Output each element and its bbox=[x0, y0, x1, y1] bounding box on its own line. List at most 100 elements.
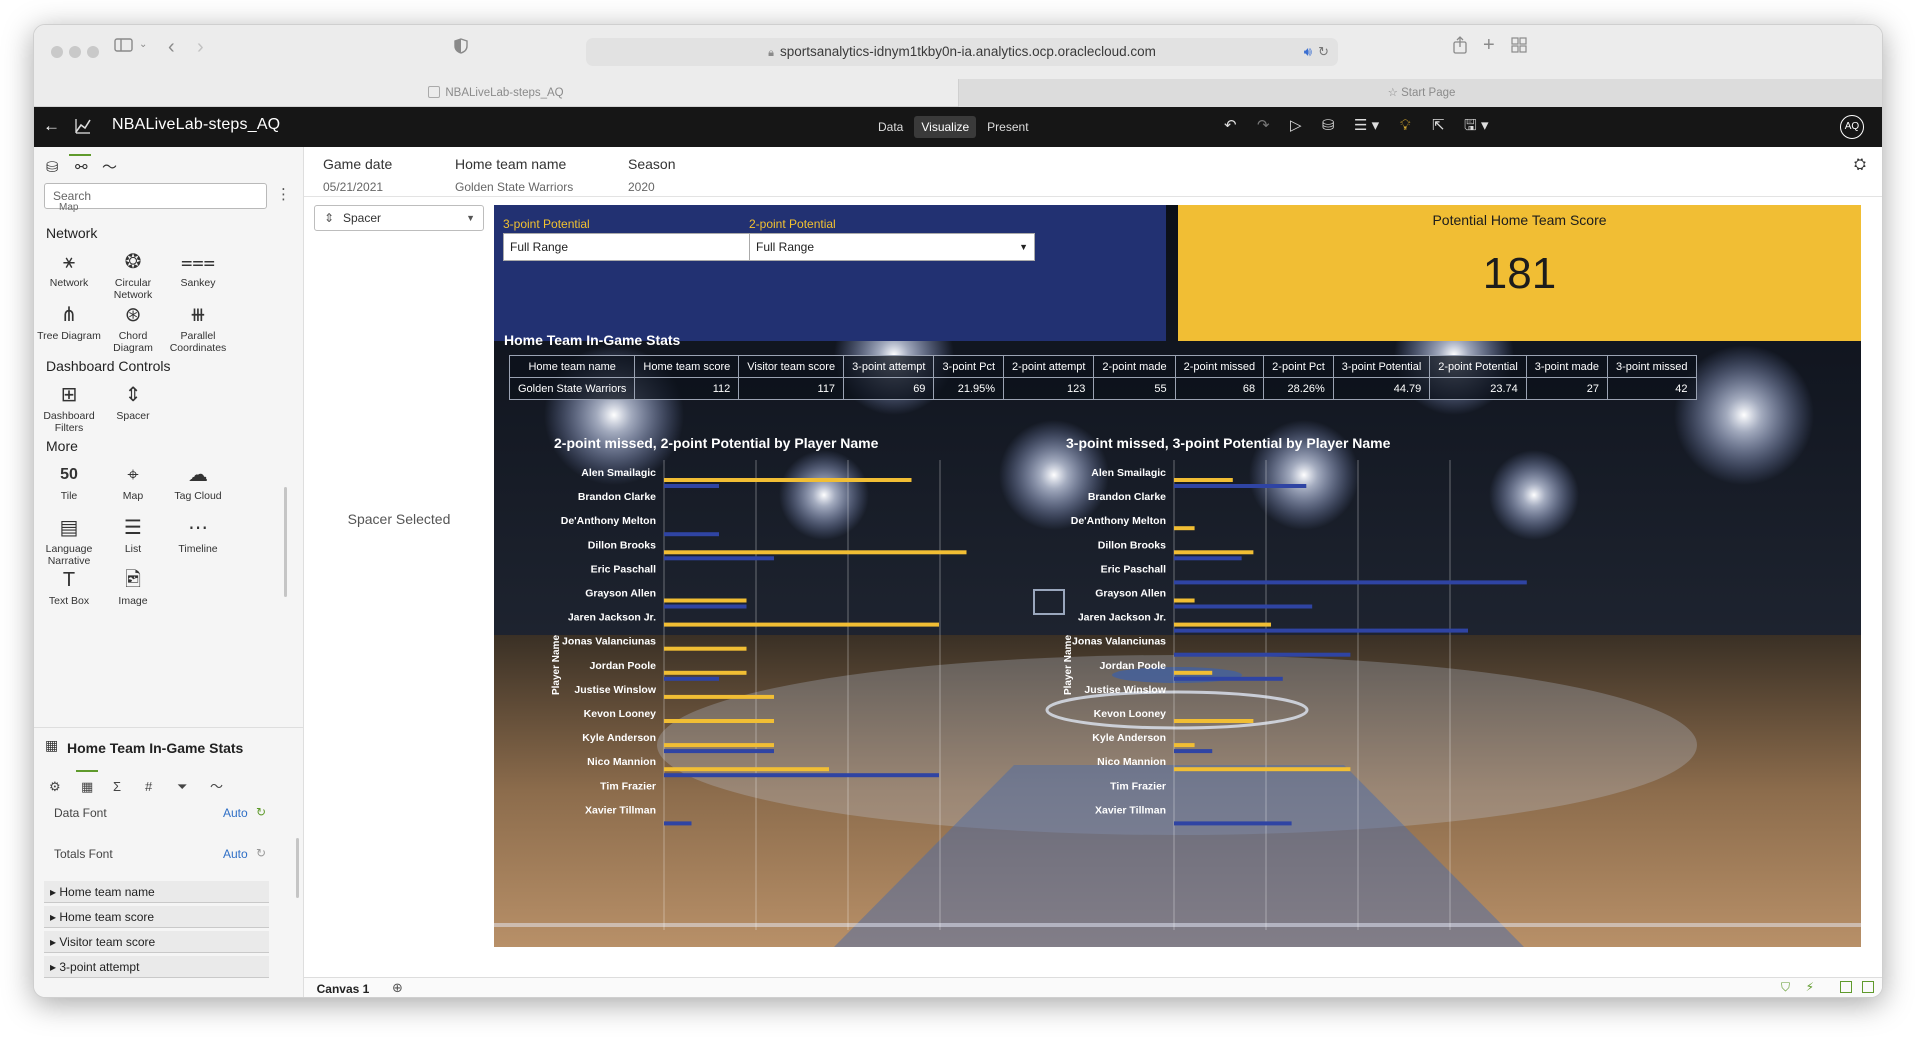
field-3-point-attempt[interactable]: ▸ 3-point attempt bbox=[44, 956, 269, 978]
field-home-team-name[interactable]: ▸ Home team name bbox=[44, 881, 269, 903]
mode-visualize[interactable]: Visualize bbox=[914, 116, 977, 138]
tab-canvas-1[interactable]: Canvas 1 bbox=[314, 978, 372, 997]
table-header-cell: 3-point made bbox=[1525, 355, 1608, 378]
viz-dashboard-filters[interactable]: ⊞ Dashboard Filters bbox=[34, 384, 104, 434]
sidebar-toggle-icon[interactable] bbox=[114, 37, 134, 57]
reload-icon[interactable]: ↻ bbox=[1318, 38, 1329, 66]
viz-image[interactable]: 🖻︎ Image bbox=[98, 569, 168, 607]
avatar[interactable]: AQ bbox=[1840, 115, 1864, 139]
viz-network[interactable]: ⚹ Network bbox=[34, 251, 104, 289]
play-icon[interactable]: ▷ bbox=[1290, 118, 1302, 133]
share-icon[interactable] bbox=[1452, 36, 1468, 58]
spacer-dropdown[interactable]: ⇕ Spacer ▼ bbox=[314, 205, 484, 231]
comment-menu-icon[interactable]: ☰ ▾ bbox=[1354, 118, 1379, 133]
totals-font-value[interactable]: Auto bbox=[223, 847, 248, 861]
data-icon[interactable]: ⛁ bbox=[46, 160, 59, 175]
refresh-data-icon[interactable]: ⛁ bbox=[1322, 118, 1335, 133]
speaker-icon[interactable]: 🔊︎ bbox=[1304, 38, 1312, 66]
viz-timeline[interactable]: ⋯ Timeline bbox=[163, 517, 233, 555]
workbook-title: NBALiveLab-steps_AQ bbox=[112, 116, 281, 133]
y-tick-label: Jonas Valanciunas bbox=[1072, 636, 1166, 648]
bar-missed bbox=[664, 478, 912, 482]
mode-data[interactable]: Data bbox=[871, 116, 910, 138]
tab-overview-icon[interactable] bbox=[1511, 37, 1527, 57]
viz-sankey[interactable]: ⩶ Sankey bbox=[163, 251, 233, 289]
field-home-team-score[interactable]: ▸ Home team score bbox=[44, 906, 269, 928]
mode-present[interactable]: Present bbox=[980, 116, 1035, 138]
visualizations-icon[interactable]: ⚯ bbox=[75, 160, 88, 175]
y-tick-label: Jaren Jackson Jr. bbox=[568, 612, 656, 624]
y-tick-label: Jordan Poole bbox=[589, 660, 656, 672]
viz-list[interactable]: ☰ List bbox=[98, 517, 168, 555]
viz-map[interactable]: ⌖ Map bbox=[98, 464, 168, 502]
sigma-icon[interactable]: Σ bbox=[113, 780, 121, 793]
filter-2pt-select[interactable]: Full Range ▼ bbox=[749, 233, 1035, 261]
analytics-icon[interactable]: 〜 bbox=[210, 780, 223, 793]
undo-icon[interactable]: ↶ bbox=[1224, 118, 1237, 133]
analytics-icon[interactable]: 〜 bbox=[102, 160, 117, 175]
redo-icon[interactable]: ↷ bbox=[1257, 118, 1270, 133]
filter-icon[interactable]: ⏷ bbox=[177, 780, 187, 793]
save-menu-icon[interactable]: 🖫︎ ▾ bbox=[1464, 118, 1488, 133]
viz-spacer[interactable]: ⇕ Spacer bbox=[98, 384, 168, 422]
more-vertical-icon[interactable]: ⋮ bbox=[276, 187, 291, 202]
viz-chord-diagram[interactable]: ⊛ Chord Diagram bbox=[98, 304, 168, 354]
more-vertical-icon[interactable]: ⋮ bbox=[1879, 157, 1882, 172]
filter-label: Game date bbox=[323, 156, 393, 172]
table-props-icon[interactable]: ▦ bbox=[81, 780, 93, 793]
back-arrow-icon[interactable]: ← bbox=[43, 117, 60, 134]
y-tick-label: Grayson Allen bbox=[1095, 588, 1166, 600]
mode-switcher: Data Visualize Present bbox=[871, 116, 1040, 138]
viz-label: Parallel Coordinates bbox=[169, 330, 227, 355]
viz-language-narrative[interactable]: ▤ Language Narrative bbox=[34, 517, 104, 567]
table-cell: 28.26% bbox=[1263, 377, 1334, 400]
browser-tab-nbalivelab[interactable]: NBALiveLab-steps_AQ bbox=[34, 79, 958, 107]
filter-settings-icon[interactable]: ⛭ bbox=[1854, 157, 1866, 172]
scrollbar[interactable] bbox=[296, 838, 299, 898]
filter-home-team-name[interactable]: Home team name Golden State Warriors bbox=[455, 156, 573, 194]
table-cell: 23.74 bbox=[1429, 377, 1527, 400]
add-canvas-icon[interactable]: ⊕ bbox=[392, 980, 403, 996]
dashboard-canvas: 3-point Potential Full Range ▼ 2-point Po… bbox=[494, 205, 1861, 947]
back-arrow-icon[interactable]: ‹ bbox=[168, 37, 175, 57]
workbook-icon bbox=[75, 118, 91, 137]
hash-icon[interactable]: # bbox=[145, 780, 152, 793]
filter-season[interactable]: Season 2020 bbox=[628, 156, 675, 194]
bar-missed bbox=[664, 670, 747, 675]
filter-value: 2020 bbox=[628, 180, 655, 194]
close-window-button[interactable] bbox=[51, 46, 63, 58]
new-tab-icon[interactable]: + bbox=[1483, 35, 1495, 55]
chevron-down-icon[interactable]: ⌄ bbox=[139, 40, 147, 50]
scrollbar[interactable] bbox=[284, 487, 287, 597]
reset-icon[interactable]: ↻ bbox=[256, 805, 266, 819]
shield-icon[interactable] bbox=[454, 38, 468, 58]
viz-text-box[interactable]: T Text Box bbox=[34, 569, 104, 607]
insights-lightbulb-icon[interactable]: 💡︎ bbox=[1400, 118, 1411, 133]
browser-tab-start-page[interactable]: ☆ Start Page bbox=[958, 79, 1882, 107]
gear-icon[interactable]: ⚙ bbox=[49, 780, 61, 793]
auto-apply-icon[interactable]: ⚡︎ bbox=[1806, 980, 1814, 994]
filter-game-date[interactable]: Game date 05/21/2021 bbox=[323, 156, 392, 194]
bar-potential bbox=[664, 773, 939, 778]
minimize-window-button[interactable] bbox=[69, 46, 81, 58]
table-cell: Golden State Warriors bbox=[508, 377, 636, 400]
viz-tree-diagram[interactable]: ⋔ Tree Diagram bbox=[34, 304, 104, 342]
field-visitor-team-score[interactable]: ▸ Visitor team score bbox=[44, 931, 269, 953]
viz-tile[interactable]: 50 Tile bbox=[34, 464, 104, 502]
viz-tag-cloud[interactable]: ☁ Tag Cloud bbox=[163, 464, 233, 502]
partial-viz-label: Map bbox=[59, 202, 79, 213]
filter-3pt-select[interactable]: Full Range▼ bbox=[503, 233, 789, 261]
data-quality-icon[interactable]: ⛉ bbox=[1781, 980, 1790, 995]
viz-parallel-coordinates[interactable]: ⧻ Parallel Coordinates bbox=[163, 304, 233, 354]
spacer-icon: ⇕ bbox=[124, 384, 142, 406]
field-label: Home team score bbox=[59, 910, 155, 924]
forward-arrow-icon[interactable]: › bbox=[197, 37, 204, 57]
export-icon[interactable]: ⇱ bbox=[1432, 118, 1445, 133]
reset-icon[interactable]: ↻ bbox=[256, 846, 266, 860]
data-font-value[interactable]: Auto bbox=[223, 806, 248, 820]
viz-circular-network[interactable]: ❂ Circular Network bbox=[98, 251, 168, 301]
address-bar[interactable]: 🔒︎ sportsanalytics-idnym1tkby0n-ia.analyt… bbox=[586, 38, 1338, 66]
layout-right-icon[interactable] bbox=[1862, 981, 1874, 993]
zoom-window-button[interactable] bbox=[87, 46, 99, 58]
layout-left-icon[interactable] bbox=[1840, 981, 1852, 993]
